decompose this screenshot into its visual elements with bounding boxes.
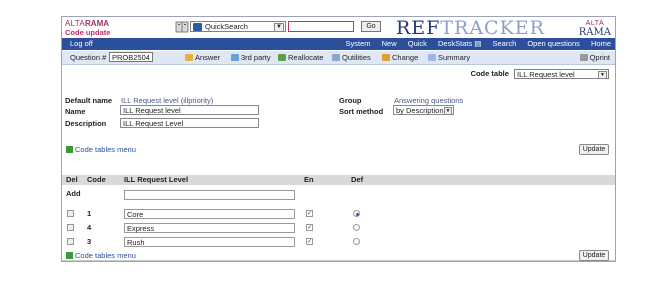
code-table-select[interactable]: ILL Request level ▼ [514, 69, 609, 80]
add-code-input[interactable] [124, 190, 295, 200]
go-button[interactable]: Go [361, 21, 381, 32]
answer-icon [185, 54, 193, 61]
default-radio[interactable] [353, 224, 360, 231]
menu-icon [66, 252, 73, 259]
delete-checkbox[interactable] [67, 238, 74, 245]
default-name-label: Default name [65, 96, 113, 105]
enabled-checkbox[interactable]: ✓ [306, 238, 313, 245]
delete-checkbox[interactable] [67, 210, 74, 217]
nav-quick[interactable]: Quick [408, 39, 427, 48]
altarama-corner-logo: ALTA RAMA [578, 20, 611, 38]
group-value: Answering questions [394, 96, 464, 105]
row-code: 1 [87, 209, 92, 218]
default-radio[interactable] [353, 210, 360, 217]
question-number-input[interactable]: PROB2504 [109, 52, 153, 62]
default-name-value: ILL Request level (illpriority) [121, 96, 214, 105]
table-row: 4 Express ✓ [62, 222, 615, 234]
third-party-button[interactable]: 3rd party [231, 53, 271, 62]
enabled-checkbox[interactable]: ✓ [306, 224, 313, 231]
row-text-input[interactable]: Core [124, 209, 295, 219]
code-table-row: Code table ILL Request level ▼ [470, 69, 609, 80]
divider [62, 260, 615, 261]
summary-icon [428, 54, 436, 61]
group-label: Group [339, 96, 362, 105]
update-button-bottom[interactable]: Update [579, 250, 609, 261]
delete-checkbox[interactable] [67, 224, 74, 231]
add-label: Add [66, 189, 81, 198]
main-nav: Log off System New Quick DeskStats ▤ Sea… [62, 38, 615, 50]
nav-search[interactable]: Search [492, 39, 516, 48]
printer-icon [579, 54, 588, 61]
chart-icon: ▤ [474, 39, 482, 48]
logoff-link[interactable]: Log off [70, 39, 93, 49]
nav-system[interactable]: System [346, 39, 371, 48]
nav-deskstats[interactable]: DeskStats ▤ [438, 39, 481, 48]
row-code: 4 [87, 223, 92, 232]
app-window: ALTARAMA Code update QuickSearch ▼ Go RE… [61, 16, 616, 262]
reallocate-button[interactable]: Reallocate [278, 53, 323, 62]
answer-button[interactable]: Answer [185, 53, 220, 62]
altarama-logo: ALTARAMA Code update [65, 19, 111, 37]
enabled-checkbox[interactable]: ✓ [306, 210, 313, 217]
qutilities-icon [332, 54, 340, 61]
update-button-top[interactable]: Update [579, 144, 609, 155]
change-button[interactable]: Change [382, 53, 418, 62]
quicksearch-select[interactable]: QuickSearch ▼ [190, 21, 286, 32]
description-field[interactable]: ILL Request Level [120, 118, 259, 128]
summary-button[interactable]: Summary [428, 53, 470, 62]
question-toolbar: Question # PROB2504 Answer 3rd party Rea… [62, 51, 615, 65]
row-code: 3 [87, 237, 92, 246]
name-field[interactable]: ILL Request level [120, 105, 259, 115]
third-party-icon [231, 54, 239, 61]
code-tables-menu-link-bottom[interactable]: Code tables menu [66, 251, 136, 260]
table-header: Del Code ILL Request Level En Def [62, 175, 615, 185]
table-row: 1 Core ✓ [62, 208, 615, 220]
nav-new[interactable]: New [382, 39, 397, 48]
reftracker-logo: REFTRACKER [396, 17, 545, 39]
quicksearch-icon [193, 23, 202, 31]
nav-open-questions[interactable]: Open questions [527, 39, 580, 48]
chevron-down-icon: ▼ [274, 23, 284, 32]
reallocate-icon [278, 54, 286, 61]
default-radio[interactable] [353, 238, 360, 245]
description-label: Description [65, 119, 107, 128]
quicksearch-bar: QuickSearch ▼ [175, 20, 354, 33]
code-tables-menu-link[interactable]: Code tables menu [66, 145, 136, 154]
table-row: 3 Rush ✓ [62, 236, 615, 248]
pencil-icon [382, 54, 390, 61]
nav-home[interactable]: Home [591, 39, 611, 48]
row-text-input[interactable]: Rush [124, 237, 295, 247]
qprint-button[interactable]: Qprint [579, 53, 610, 62]
qutilities-button[interactable]: Qutilities [332, 53, 371, 62]
row-text-input[interactable]: Express [124, 223, 295, 233]
question-label: Question # [70, 53, 107, 62]
chevron-down-icon: ▼ [444, 107, 452, 115]
code-table-label: Code table [470, 69, 509, 78]
sort-method-select[interactable]: by Description ▼ [393, 105, 454, 115]
book-icon[interactable] [175, 20, 189, 33]
menu-icon [66, 146, 73, 153]
quicksearch-input[interactable] [288, 21, 354, 32]
chevron-down-icon: ▼ [598, 71, 607, 80]
sort-method-label: Sort method [339, 107, 384, 116]
name-label: Name [65, 107, 86, 116]
page-title: Code update [65, 28, 111, 37]
